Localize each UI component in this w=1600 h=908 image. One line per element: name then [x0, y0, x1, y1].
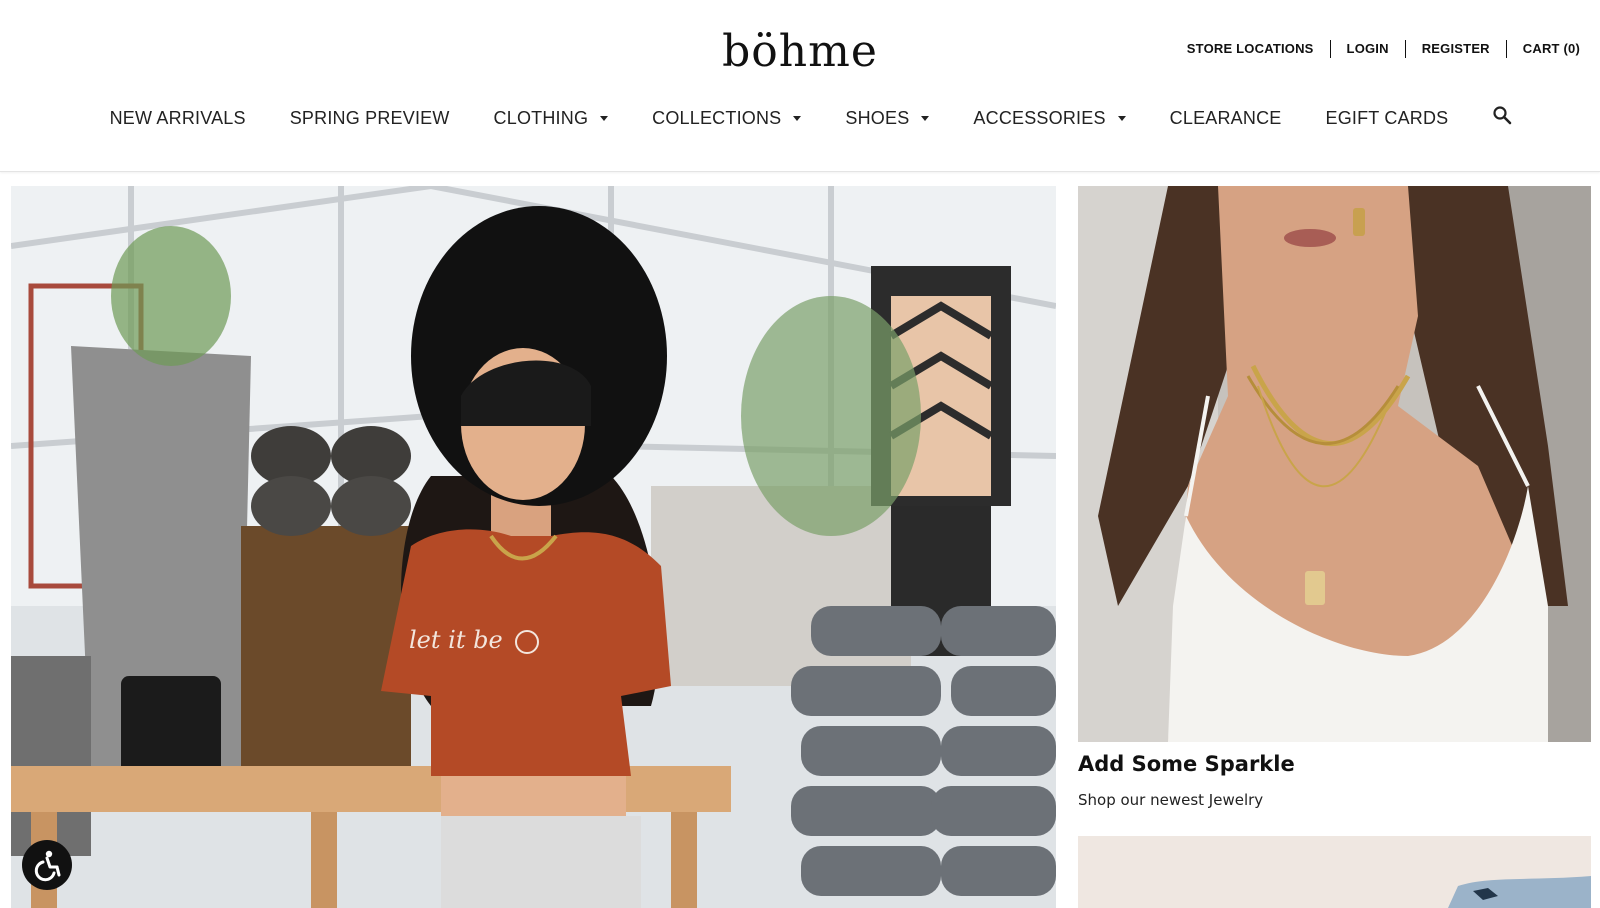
accessibility-button[interactable] — [22, 840, 72, 890]
secondary-image-link[interactable] — [1078, 836, 1591, 908]
jewelry-image-link[interactable] — [1078, 186, 1591, 742]
promo-subtitle[interactable]: Shop our newest Jewelry — [1078, 791, 1263, 809]
nav-item-label: COLLECTIONS — [652, 108, 782, 128]
nav-item-label: EGIFT CARDS — [1325, 108, 1449, 128]
jewelry-image — [1078, 186, 1591, 742]
hero-image: let it be — [11, 186, 1056, 908]
nav-item-spring-preview[interactable]: SPRING PREVIEW — [290, 108, 450, 129]
promo-title[interactable]: Add Some Sparkle — [1078, 752, 1295, 776]
nav-item-label: CLOTHING — [493, 108, 589, 128]
nav-item-collections[interactable]: COLLECTIONS — [652, 108, 802, 129]
nav-item-label: SPRING PREVIEW — [289, 108, 450, 128]
accessibility-icon — [34, 850, 61, 882]
nav-item-label: NEW ARRIVALS — [109, 108, 246, 128]
caret-down-icon — [793, 116, 802, 121]
nav-item-accessories[interactable]: ACCESSORIES — [973, 108, 1126, 129]
utility-nav: STORE LOCATIONS LOGIN REGISTER CART (0) — [1171, 40, 1580, 58]
nav-item-clearance[interactable]: CLEARANCE — [1170, 108, 1282, 129]
nav-item-egift-cards[interactable]: EGIFT CARDS — [1326, 108, 1449, 129]
nav-item-label: ACCESSORIES — [973, 108, 1106, 128]
hero-image-link[interactable]: let it be — [11, 186, 1056, 908]
nav-item-clothing[interactable]: CLOTHING — [494, 108, 609, 129]
secondary-image — [1078, 836, 1591, 908]
nav-item-shoes[interactable]: SHOES — [845, 108, 930, 129]
nav-item-label: CLEARANCE — [1169, 108, 1282, 128]
caret-down-icon — [921, 116, 930, 121]
login-link[interactable]: LOGIN — [1331, 41, 1405, 57]
cart-link[interactable]: CART (0) — [1507, 41, 1580, 57]
store-locations-link[interactable]: STORE LOCATIONS — [1171, 41, 1330, 57]
site-header: böhme STORE LOCATIONS LOGIN REGISTER CAR… — [0, 0, 1600, 172]
nav-item-new-arrivals[interactable]: NEW ARRIVALS — [110, 108, 246, 129]
caret-down-icon — [600, 116, 609, 121]
svg-text:let it be: let it be — [409, 626, 503, 654]
main-nav: NEW ARRIVALS SPRING PREVIEW CLOTHING COL… — [0, 105, 1600, 129]
search-icon[interactable] — [1492, 105, 1512, 125]
register-link[interactable]: REGISTER — [1406, 41, 1506, 57]
nav-item-label: SHOES — [845, 108, 910, 128]
caret-down-icon — [1117, 116, 1126, 121]
